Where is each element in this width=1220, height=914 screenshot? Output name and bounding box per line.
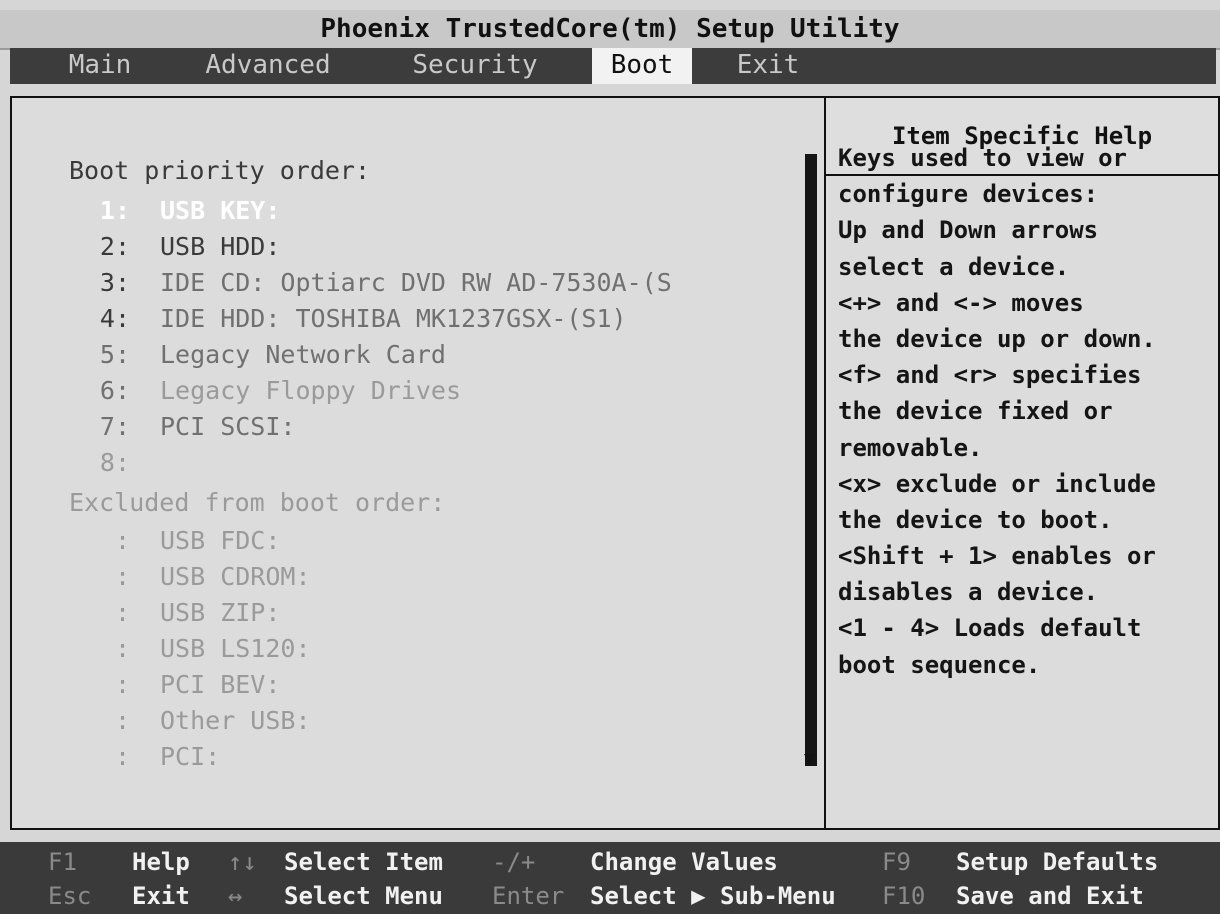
boot-item-number: 2: — [99, 232, 130, 261]
help-line: Up and Down arrows — [838, 216, 1099, 245]
key-f1: F1 — [48, 848, 77, 876]
title-bar: Phoenix TrustedCore(tm) Setup Utility — [0, 10, 1220, 50]
app-title: Phoenix TrustedCore(tm) Setup Utility — [320, 14, 900, 44]
key-f10: F10 — [882, 882, 926, 910]
excluded-item-device: USB CDROM: — [160, 562, 311, 591]
boot-item-device: Legacy Floppy Drives — [160, 376, 462, 405]
boot-item-number: 7: — [99, 412, 130, 441]
help-line: <1 - 4> Loads default — [838, 614, 1142, 643]
help-line: <Shift + 1> enables or — [838, 542, 1156, 571]
excluded-item-marker: : — [114, 598, 130, 627]
boot-item-empty[interactable]: 8: — [12, 446, 792, 480]
menu-security[interactable]: Security — [400, 48, 550, 84]
excluded-item-usb-ls120[interactable]: : USB LS120: — [12, 632, 792, 666]
excluded-item-marker: : — [114, 670, 130, 699]
key-enter: Enter — [492, 882, 565, 910]
boot-item-pci-scsi[interactable]: 7: PCI SCSI: — [12, 410, 792, 444]
boot-item-ide-hdd[interactable]: 4: IDE HDD: TOSHIBA MK1237GSX-(S1) — [12, 302, 792, 336]
excluded-item-pci-bev[interactable]: : PCI BEV: — [12, 668, 792, 702]
boot-item-device: USB KEY: — [160, 196, 281, 225]
excluded-item-device: PCI: — [160, 742, 221, 771]
boot-priority-label: Boot priority order: — [69, 156, 371, 185]
help-line: boot sequence. — [838, 650, 1041, 679]
help-text: Keys used to view or configure devices: … — [838, 140, 1208, 683]
boot-item-device: Legacy Network Card — [160, 340, 446, 369]
help-line: the device up or down. — [838, 324, 1156, 353]
boot-item-device: IDE CD: Optiarc DVD RW AD-7530A-(S — [160, 268, 672, 297]
help-line: removable. — [838, 433, 983, 462]
scrollbar[interactable] — [805, 154, 817, 766]
boot-item-number: 4: — [99, 304, 130, 333]
excluded-item-device: PCI BEV: — [160, 670, 281, 699]
key-desc-change-values: Change Values — [590, 848, 778, 876]
excluded-item-marker: : — [114, 742, 130, 771]
key-desc-exit: Exit — [132, 882, 190, 910]
boot-item-device: IDE HDD: TOSHIBA MK1237GSX-(S1) — [160, 304, 627, 333]
excluded-item-marker: : — [114, 562, 130, 591]
menu-boot[interactable]: Boot — [592, 48, 692, 84]
key-left-right: ↔ — [228, 882, 243, 910]
menu-bar: Main Advanced Security Boot Exit — [10, 48, 1216, 84]
help-line: <f> and <r> specifies — [838, 361, 1142, 390]
excluded-item-marker: : — [114, 526, 130, 555]
boot-item-number: 6: — [99, 376, 130, 405]
boot-item-number: 3: — [99, 268, 130, 297]
boot-item-usb-hdd[interactable]: 2: USB HDD: — [12, 230, 792, 264]
boot-item-device: PCI SCSI: — [160, 412, 296, 441]
key-desc-save-exit: Save and Exit — [956, 882, 1144, 910]
key-desc-sub-menu: Select ▶ Sub-Menu — [590, 882, 836, 910]
boot-item-legacy-network[interactable]: 5: Legacy Network Card — [12, 338, 792, 372]
key-legend-bar: F1 Help ↑↓ Select Item -/+ Change Values… — [0, 842, 1220, 914]
boot-item-usb-key[interactable]: 1: USB KEY: — [12, 194, 792, 228]
excluded-item-pci[interactable]: : PCI: — [12, 740, 792, 774]
help-line: the device fixed or — [838, 397, 1113, 426]
help-line: <x> exclude or include — [838, 469, 1156, 498]
excluded-item-device: Other USB: — [160, 706, 311, 735]
scroll-down-icon[interactable]: ▼ — [804, 748, 815, 769]
help-line: select a device. — [838, 252, 1070, 281]
excluded-item-device: USB LS120: — [160, 634, 311, 663]
boot-item-number: 5: — [99, 340, 130, 369]
key-minus-plus: -/+ — [492, 848, 536, 876]
menu-advanced[interactable]: Advanced — [198, 48, 338, 84]
boot-item-number: 8: — [99, 448, 130, 477]
excluded-label: Excluded from boot order: — [69, 488, 446, 517]
boot-item-ide-cd[interactable]: 3: IDE CD: Optiarc DVD RW AD-7530A-(S — [12, 266, 792, 300]
help-line: configure devices: — [838, 180, 1099, 209]
boot-item-legacy-floppy[interactable]: 6: Legacy Floppy Drives — [12, 374, 792, 408]
excluded-item-device: USB FDC: — [160, 526, 281, 555]
key-desc-select-menu: Select Menu — [284, 882, 443, 910]
menu-main[interactable]: Main — [62, 48, 138, 84]
help-line: disables a device. — [838, 578, 1099, 607]
excluded-item-other-usb[interactable]: : Other USB: — [12, 704, 792, 738]
key-esc: Esc — [48, 882, 92, 910]
excluded-item-usb-zip[interactable]: : USB ZIP: — [12, 596, 792, 630]
help-line: <+> and <-> moves — [838, 288, 1084, 317]
menu-exit[interactable]: Exit — [732, 48, 804, 84]
key-desc-select-item: Select Item — [284, 848, 443, 876]
bios-setup-screen: Phoenix TrustedCore(tm) Setup Utility Ma… — [0, 0, 1220, 914]
help-line: the device to boot. — [838, 505, 1113, 534]
excluded-item-usb-cdrom[interactable]: : USB CDROM: — [12, 560, 792, 594]
excluded-item-marker: : — [114, 634, 130, 663]
boot-item-device: USB HDD: — [160, 232, 281, 261]
key-desc-help: Help — [132, 848, 190, 876]
key-up-down: ↑↓ — [228, 848, 257, 876]
key-desc-setup-defaults: Setup Defaults — [956, 848, 1159, 876]
excluded-item-usb-fdc[interactable]: : USB FDC: — [12, 524, 792, 558]
key-f9: F9 — [882, 848, 911, 876]
help-line: Keys used to view or — [838, 144, 1127, 172]
boot-item-number: 1: — [99, 196, 130, 225]
excluded-item-device: USB ZIP: — [160, 598, 281, 627]
excluded-item-marker: : — [114, 706, 130, 735]
boot-list-pane: Boot priority order: 1: USB KEY: 2: USB … — [12, 98, 826, 828]
